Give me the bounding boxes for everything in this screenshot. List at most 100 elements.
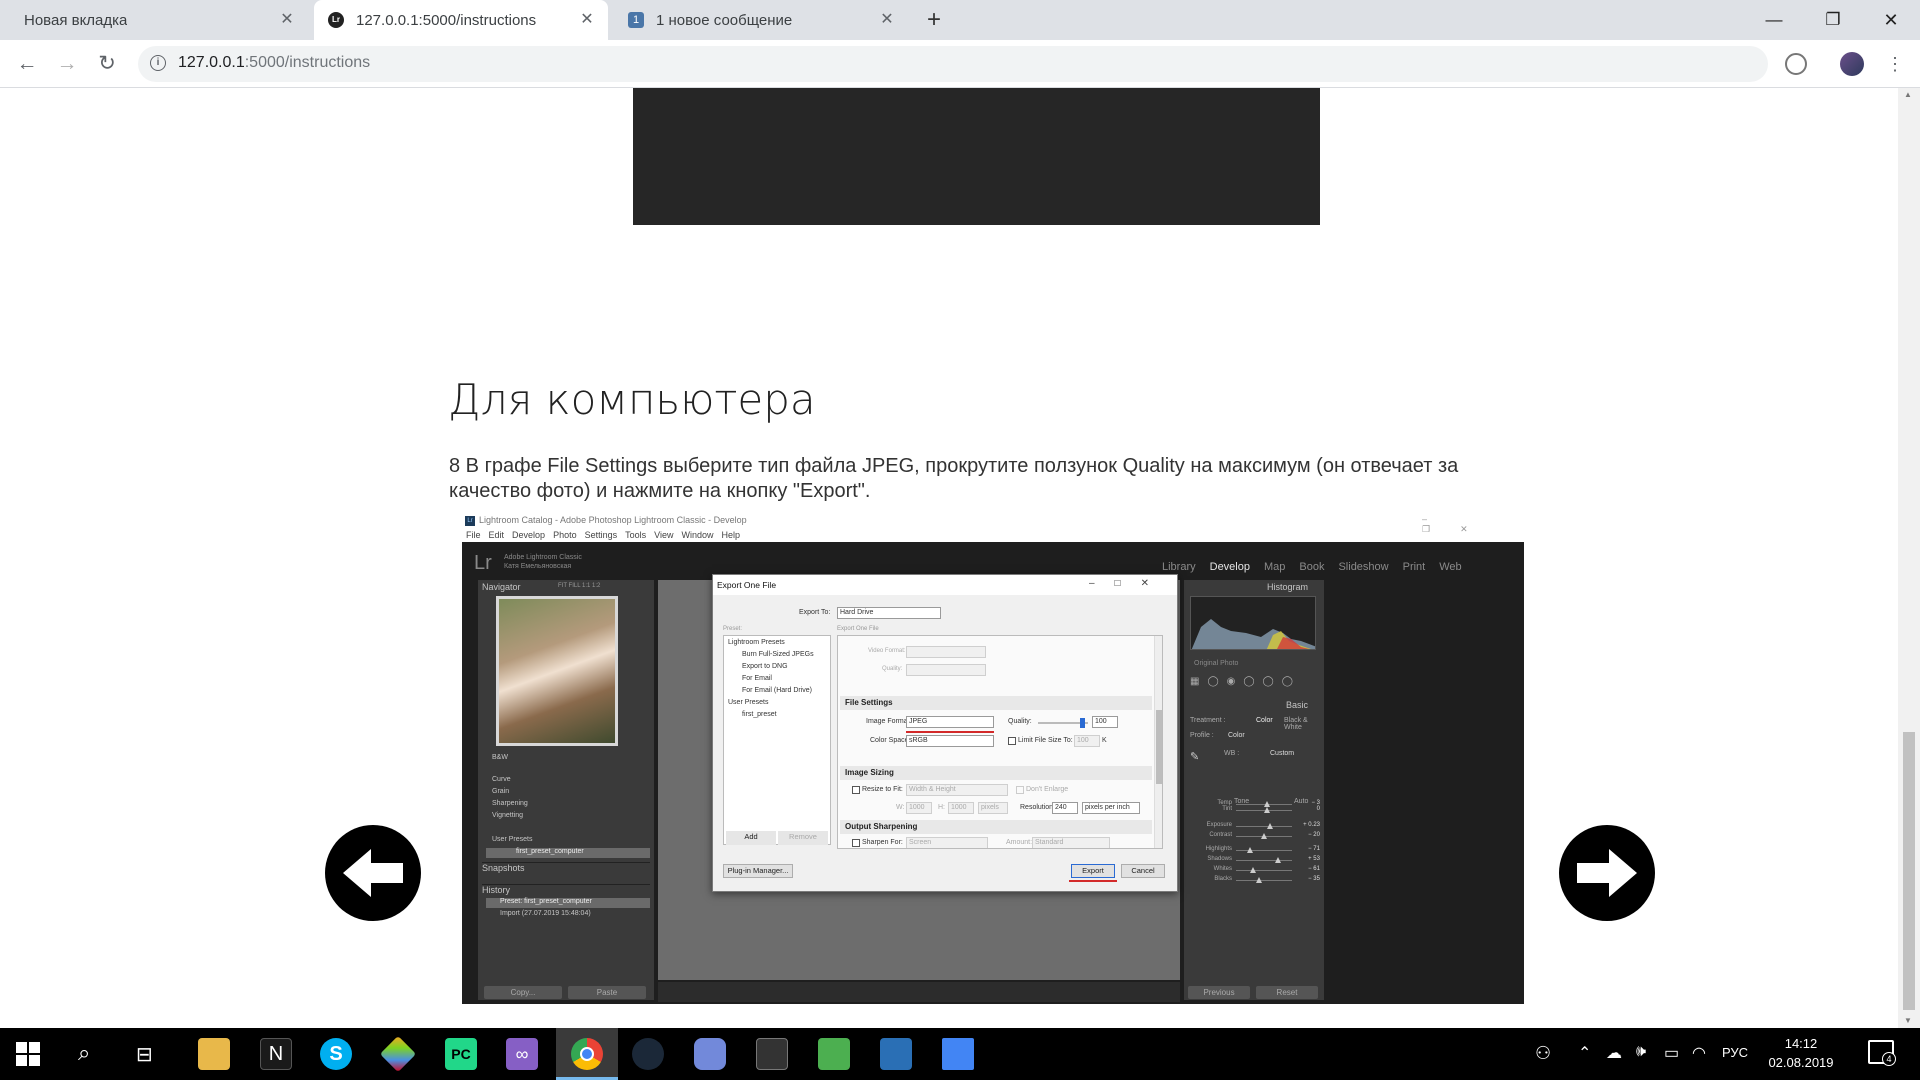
scroll-down-icon[interactable]: ▼ bbox=[1904, 1016, 1912, 1025]
remove-preset-button[interactable]: Remove bbox=[778, 831, 828, 845]
visual-studio-icon[interactable]: ∞ bbox=[506, 1038, 538, 1070]
calculator-icon[interactable] bbox=[756, 1038, 788, 1070]
resize-select[interactable]: Width & Height bbox=[906, 784, 1008, 796]
discord-icon[interactable] bbox=[694, 1038, 726, 1070]
output-sharpening-section[interactable]: Output Sharpening bbox=[840, 820, 1152, 834]
menu-file[interactable]: File bbox=[466, 530, 481, 540]
module-print[interactable]: Print bbox=[1403, 561, 1426, 573]
page-scrollbar[interactable]: ▲ ▼ bbox=[1898, 88, 1920, 1028]
menu-develop[interactable]: Develop bbox=[512, 530, 545, 540]
task-view-icon[interactable]: ⊟ bbox=[136, 1042, 153, 1067]
limit-size-checkbox[interactable] bbox=[1008, 737, 1016, 745]
size-unit-select[interactable]: pixels bbox=[978, 802, 1008, 814]
menu-window[interactable]: Window bbox=[682, 530, 714, 540]
search-icon[interactable]: ⌕ bbox=[78, 1040, 90, 1066]
skype-icon[interactable]: S bbox=[320, 1038, 352, 1070]
pycharm-icon[interactable]: PC bbox=[445, 1038, 477, 1070]
input-language[interactable]: РУС bbox=[1722, 1045, 1748, 1060]
slider-row[interactable]: Highlights − 71 bbox=[1188, 846, 1320, 855]
slider-row[interactable]: Whites − 61 bbox=[1188, 866, 1320, 875]
resolution-input[interactable]: 240 bbox=[1052, 802, 1078, 814]
gitkraken-icon[interactable] bbox=[379, 1035, 417, 1073]
export-to-select[interactable]: Hard Drive bbox=[837, 607, 941, 619]
history-header[interactable]: History bbox=[482, 884, 650, 898]
menu-help[interactable]: Help bbox=[722, 530, 741, 540]
steam-icon[interactable] bbox=[632, 1038, 664, 1070]
menu-settings[interactable]: Settings bbox=[585, 530, 618, 540]
slider-row[interactable]: Shadows + 53 bbox=[1188, 856, 1320, 865]
width-input[interactable]: 1000 bbox=[906, 802, 932, 814]
paste-button[interactable]: Paste bbox=[568, 986, 646, 999]
scrollbar-thumb[interactable] bbox=[1903, 732, 1915, 1010]
dont-enlarge-checkbox[interactable] bbox=[1016, 786, 1024, 794]
close-icon[interactable]: ✕ bbox=[578, 11, 596, 29]
limit-size-input[interactable]: 100 bbox=[1074, 735, 1100, 747]
back-icon[interactable]: ← bbox=[12, 49, 42, 79]
slider-thumb[interactable] bbox=[1264, 807, 1270, 813]
wb-value[interactable]: Custom bbox=[1270, 750, 1294, 757]
image-format-select[interactable]: JPEG bbox=[906, 716, 994, 728]
close-icon[interactable]: ✕ bbox=[278, 11, 296, 29]
chrome-taskbar-button[interactable] bbox=[556, 1028, 618, 1080]
slider-track[interactable] bbox=[1236, 880, 1292, 881]
treatment-bw[interactable]: Black & White bbox=[1284, 717, 1324, 731]
previous-button[interactable]: Previous bbox=[1188, 986, 1250, 999]
onedrive-icon[interactable]: ☁ bbox=[1606, 1043, 1622, 1063]
minimize-icon[interactable]: — bbox=[1745, 0, 1803, 40]
tray-expand-icon[interactable]: ⌃ bbox=[1578, 1043, 1591, 1063]
battery-icon[interactable]: ▭ bbox=[1664, 1043, 1679, 1063]
volume-icon[interactable]: 🕪 bbox=[1636, 1043, 1646, 1061]
notion-icon[interactable]: N bbox=[260, 1038, 292, 1070]
sharpen-checkbox[interactable] bbox=[852, 839, 860, 847]
history-item[interactable]: Preset: first_preset_computer bbox=[486, 898, 650, 908]
file-settings-section[interactable]: File Settings bbox=[840, 696, 1152, 710]
slider-thumb[interactable] bbox=[1247, 847, 1254, 853]
reset-button[interactable]: Reset bbox=[1256, 986, 1318, 999]
close-icon[interactable]: ✕ bbox=[878, 11, 896, 29]
module-slideshow[interactable]: Slideshow bbox=[1338, 561, 1388, 573]
module-map[interactable]: Map bbox=[1264, 561, 1285, 573]
dialog-window-controls[interactable]: –□✕ bbox=[1089, 578, 1169, 589]
scroll-up-icon[interactable]: ▲ bbox=[1904, 90, 1912, 99]
tab-message[interactable]: 1 1 новое сообщение ✕ bbox=[614, 0, 908, 40]
module-develop[interactable]: Develop bbox=[1210, 561, 1250, 573]
tab-instructions[interactable]: Lr 127.0.0.1:5000/instructions ✕ bbox=[314, 0, 608, 40]
quality-slider-thumb[interactable] bbox=[1080, 718, 1085, 728]
forward-icon[interactable]: → bbox=[52, 49, 82, 79]
menu-tools[interactable]: Tools bbox=[625, 530, 646, 540]
windows-start-icon[interactable] bbox=[16, 1042, 40, 1066]
plugin-manager-button[interactable]: Plug-in Manager... bbox=[723, 864, 793, 878]
slider-track[interactable] bbox=[1236, 850, 1292, 851]
address-bar[interactable]: i 127.0.0.1:5000/instructions bbox=[138, 46, 1768, 82]
module-library[interactable]: Library bbox=[1162, 561, 1196, 573]
quality-input[interactable]: 100 bbox=[1092, 716, 1118, 728]
restore-icon[interactable]: ❐ bbox=[1804, 0, 1862, 40]
slider-thumb[interactable] bbox=[1255, 877, 1262, 883]
navigator-zoom-options[interactable]: FIT FILL 1:1 1:2 bbox=[558, 583, 600, 589]
slider-row[interactable]: Tint 0 bbox=[1188, 806, 1320, 815]
preset-item[interactable]: For Email (Hard Drive) bbox=[742, 687, 812, 694]
preset-folder-bw[interactable]: B&W bbox=[492, 754, 508, 761]
window-close-icon[interactable]: ✕ bbox=[1862, 0, 1920, 40]
google-docs-icon[interactable] bbox=[942, 1038, 974, 1070]
preset-item[interactable]: Export to DNG bbox=[742, 663, 788, 670]
preset-group[interactable]: Lightroom Presets bbox=[728, 639, 785, 646]
snapshots-header[interactable]: Snapshots bbox=[482, 862, 650, 876]
clock-date[interactable]: 02.08.2019 bbox=[1766, 1055, 1836, 1070]
clock-time[interactable]: 14:12 bbox=[1766, 1036, 1836, 1051]
history-item[interactable]: Import (27.07.2019 15:48:04) bbox=[486, 910, 591, 917]
slider-thumb[interactable] bbox=[1266, 823, 1273, 829]
settings-scrollbar[interactable] bbox=[1154, 636, 1162, 848]
preset-folder-user[interactable]: User Presets bbox=[492, 836, 532, 843]
amount-select[interactable]: Standard bbox=[1032, 837, 1110, 848]
extension-icon[interactable] bbox=[1785, 53, 1807, 75]
resolution-unit-select[interactable]: pixels per inch bbox=[1082, 802, 1140, 814]
module-book[interactable]: Book bbox=[1299, 561, 1324, 573]
tab-new[interactable]: Новая вкладка ✕ bbox=[0, 0, 308, 40]
menu-photo[interactable]: Photo bbox=[553, 530, 577, 540]
mysql-workbench-icon[interactable] bbox=[880, 1038, 912, 1070]
export-button[interactable]: Export bbox=[1071, 864, 1115, 878]
treatment-color[interactable]: Color bbox=[1256, 717, 1273, 724]
menu-dots-icon[interactable]: ⋮ bbox=[1880, 49, 1910, 79]
info-icon[interactable]: i bbox=[150, 55, 166, 71]
